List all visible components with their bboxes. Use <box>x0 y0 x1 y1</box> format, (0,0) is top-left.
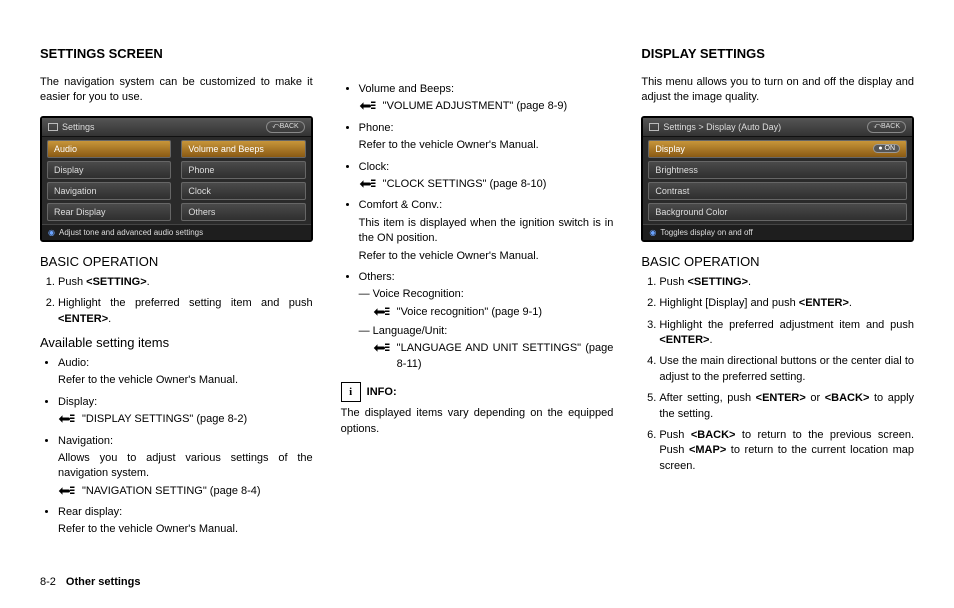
row-brightness: Brightness <box>648 161 907 179</box>
info-text: The displayed items vary depending on th… <box>341 406 614 437</box>
xref-icon <box>373 305 391 318</box>
row-display: Display ● ON <box>648 140 907 158</box>
item-display: Display: "DISPLAY SETTINGS" (page 8-2) <box>58 395 313 428</box>
back-pill: ⤺BACK <box>867 121 906 133</box>
xref-icon <box>359 99 377 112</box>
info-callout: i INFO: <box>341 382 614 402</box>
item-volume: Volume and Beeps <box>181 140 305 158</box>
step-2: Highlight the preferred setting item and… <box>58 296 313 327</box>
section-title-display: DISPLAY SETTINGS <box>641 46 914 61</box>
info-dot-icon: ◉ <box>48 228 55 237</box>
info-dot-icon: ◉ <box>649 228 656 237</box>
scr-footer: Toggles display on and off <box>660 228 752 237</box>
scr-footer: Adjust tone and advanced audio settings <box>59 228 203 237</box>
d-step-3: Highlight the preferred adjustment item … <box>659 318 914 349</box>
tab-audio: Audio <box>47 140 171 158</box>
window-icon <box>649 123 659 131</box>
item-others: Others: Voice Recognition: "Voice recogn… <box>359 270 614 372</box>
d-step-4: Use the main directional buttons or the … <box>659 354 914 385</box>
scr-title: Settings <box>62 122 95 132</box>
display-screenshot: Settings > Display (Auto Day) ⤺BACK Disp… <box>641 116 914 242</box>
item-phone: Phone <box>181 161 305 179</box>
item-rear: Rear display: Refer to the vehicle Owner… <box>58 505 313 538</box>
settings-screenshot: Settings ⤺BACK Audio Display Navigation … <box>40 116 313 242</box>
tab-display: Display <box>47 161 171 179</box>
display-intro: This menu allows you to turn on and off … <box>641 75 914 106</box>
d-step-1: Push <SETTING>. <box>659 275 914 290</box>
item-clock: Clock: "CLOCK SETTINGS" (page 8-10) <box>359 160 614 193</box>
xref-icon <box>373 341 391 354</box>
tab-navigation: Navigation <box>47 182 171 200</box>
row-contrast: Contrast <box>648 182 907 200</box>
basic-operation-head-1: BASIC OPERATION <box>40 254 313 269</box>
section-title-settings: SETTINGS SCREEN <box>40 46 313 61</box>
tab-rear: Rear Display <box>47 203 171 221</box>
window-icon <box>48 123 58 131</box>
page-footer: 8-2Other settings <box>40 576 140 588</box>
basic-operation-head-2: BASIC OPERATION <box>641 254 914 269</box>
xref-icon <box>58 412 76 425</box>
row-bgcolor: Background Color <box>648 203 907 221</box>
item-vb: Volume and Beeps: "VOLUME ADJUSTMENT" (p… <box>359 82 614 115</box>
xref-icon <box>359 177 377 190</box>
d-step-6: Push <BACK> to return to the previous sc… <box>659 428 914 474</box>
item-others: Others <box>181 203 305 221</box>
scr-title: Settings > Display (Auto Day) <box>663 122 781 132</box>
d-step-2: Highlight [Display] and push <ENTER>. <box>659 296 914 311</box>
back-pill: ⤺BACK <box>266 121 305 133</box>
on-pill: ● ON <box>873 144 900 153</box>
info-icon: i <box>341 382 361 402</box>
item-nav: Navigation: Allows you to adjust various… <box>58 434 313 500</box>
item-cc: Comfort & Conv.: This item is displayed … <box>359 198 614 264</box>
xref-icon <box>58 484 76 497</box>
settings-intro: The navigation system can be customized … <box>40 75 313 106</box>
item-phone: Phone: Refer to the vehicle Owner's Manu… <box>359 121 614 154</box>
step-1: Push <SETTING>. <box>58 275 313 290</box>
available-items-head: Available setting items <box>40 335 313 350</box>
item-clock: Clock <box>181 182 305 200</box>
d-step-5: After setting, push <ENTER> or <BACK> to… <box>659 391 914 422</box>
item-audio: Audio: Refer to the vehicle Owner's Manu… <box>58 356 313 389</box>
